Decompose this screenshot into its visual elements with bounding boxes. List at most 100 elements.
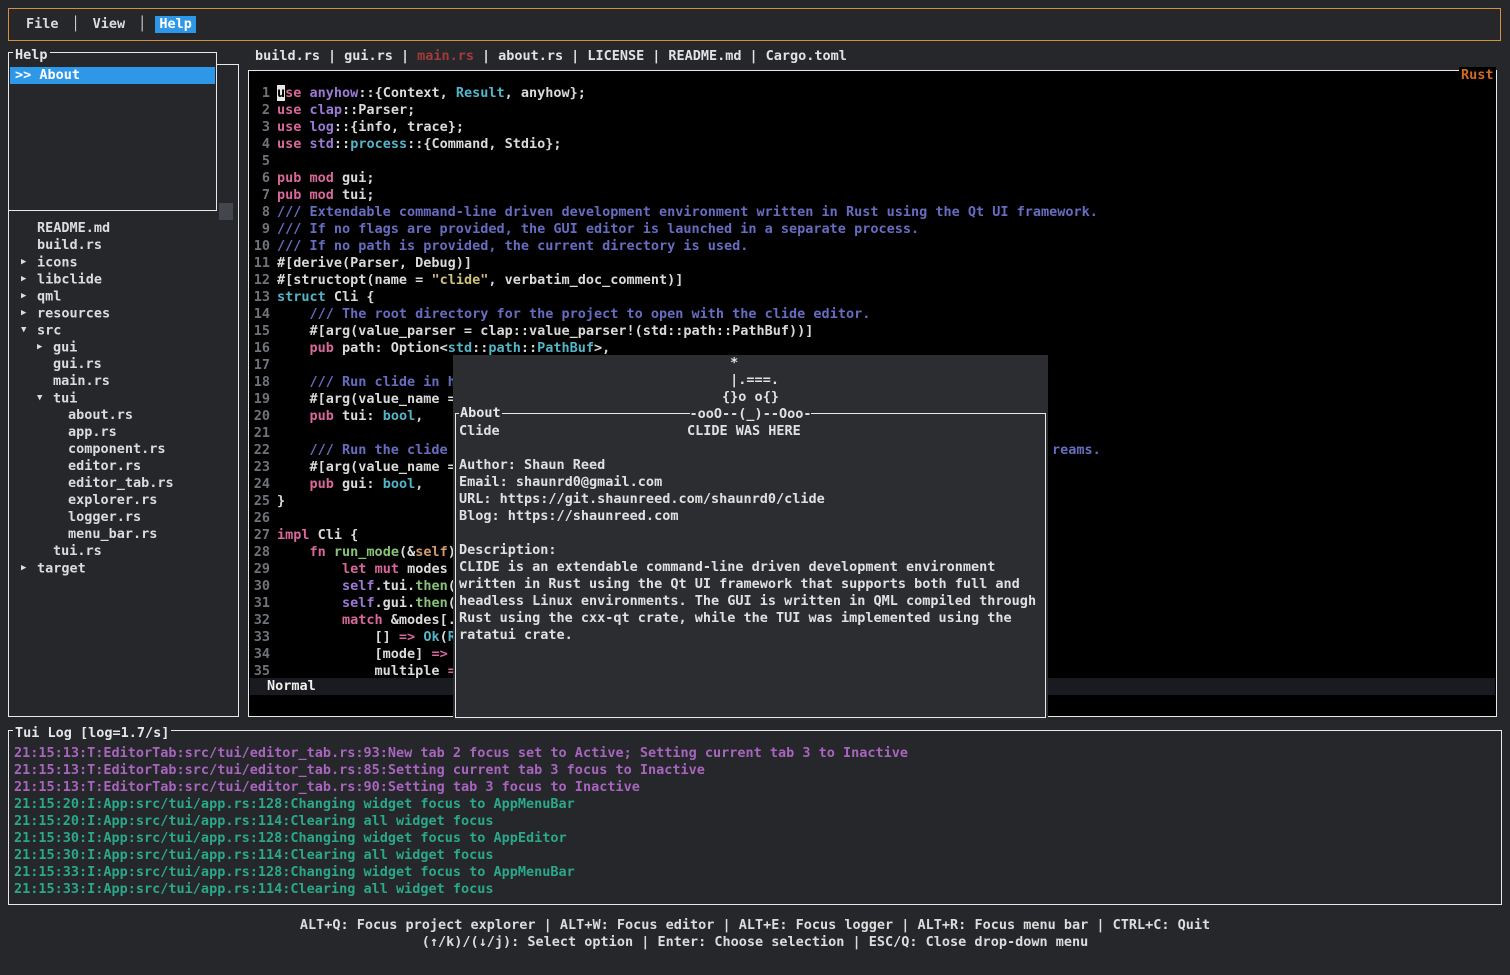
tree-item-src[interactable]: ▼src: [9, 322, 238, 339]
code-text: #[arg(value_name =: [277, 459, 456, 476]
about-description-heading: Description:: [459, 542, 557, 559]
explorer-scrollbar-thumb[interactable]: [219, 203, 233, 220]
code-text: /// Extendable command-line driven devel…: [277, 204, 1098, 221]
menu-separator: │: [72, 16, 80, 33]
line-number: 29: [250, 561, 270, 578]
tree-item-icons[interactable]: ▶icons: [9, 254, 238, 271]
tree-item-app.rs[interactable]: app.rs: [9, 424, 238, 441]
log-lines: 21:15:13:T:EditorTab:src/tui/editor_tab.…: [14, 745, 1496, 898]
code-line[interactable]: 15 #[arg(value_parser = clap::value_pars…: [250, 323, 1495, 340]
line-number: 16: [250, 340, 270, 357]
code-line[interactable]: 9/// If no flags are provided, the GUI e…: [250, 221, 1495, 238]
code-text: #[structopt(name = "clide", verbatim_doc…: [277, 272, 683, 289]
tree-item-label: tui.rs: [53, 543, 102, 559]
line-number: 10: [250, 238, 270, 255]
code-line[interactable]: 11#[derive(Parser, Debug)]: [250, 255, 1495, 272]
code-text: [mode] =>: [277, 646, 448, 663]
tree-item-resources[interactable]: ▶resources: [9, 305, 238, 322]
tree-item-editor_tab.rs[interactable]: editor_tab.rs: [9, 475, 238, 492]
tab-separator: |: [652, 48, 660, 64]
help-dropdown-title: Help: [13, 47, 50, 63]
line-number: 28: [250, 544, 270, 561]
line-number: 8: [250, 204, 270, 221]
folder-collapsed-icon: ▶: [21, 288, 37, 305]
code-line[interactable]: 8 /// Extendable command-line driven deve…: [250, 204, 1495, 221]
code-text: use anyhow::{Context, Result, anyhow};: [277, 85, 586, 102]
code-line[interactable]: 13struct Cli {: [250, 289, 1495, 306]
tab-README.md[interactable]: README.md: [668, 48, 741, 64]
hint-line-1: ALT+Q: Focus project explorer | ALT+W: F…: [0, 917, 1510, 934]
tab-Cargo.toml[interactable]: Cargo.toml: [766, 48, 847, 64]
owl-ascii-art: * |.===. {}o o{} -ooO--(_)--Ooo-: [690, 355, 812, 423]
tab-separator: |: [750, 48, 758, 64]
folder-collapsed-icon: ▶: [37, 339, 53, 356]
line-number: 19: [250, 391, 270, 408]
tree-item-label: icons: [37, 255, 78, 271]
code-line[interactable]: 10/// If no path is provided, the curren…: [250, 238, 1495, 255]
tree-item-label: menu_bar.rs: [68, 526, 157, 542]
description-line: written in Rust using the Qt UI framewor…: [459, 576, 1044, 593]
tree-item-build.rs[interactable]: build.rs: [9, 237, 238, 254]
tree-item-component.rs[interactable]: component.rs: [9, 441, 238, 458]
code-line[interactable]: 14 /// The root directory for the projec…: [250, 306, 1495, 323]
tree-item-tui.rs[interactable]: tui.rs: [9, 543, 238, 560]
code-line[interactable]: 2use clap::Parser;: [250, 102, 1495, 119]
tree-item-editor.rs[interactable]: editor.rs: [9, 458, 238, 475]
about-app-name: Clide: [459, 423, 500, 440]
menu-item-view[interactable]: View: [89, 16, 130, 33]
line-number: 4: [250, 136, 270, 153]
tree-item-qml[interactable]: ▶qml: [9, 288, 238, 305]
tree-item-menu_bar.rs[interactable]: menu_bar.rs: [9, 526, 238, 543]
tab-separator: |: [328, 48, 336, 64]
code-text: use log::{info, trace};: [277, 119, 464, 136]
menu-option-about[interactable]: >> About: [10, 67, 215, 84]
editor-mode-label: Normal: [267, 678, 316, 694]
code-line[interactable]: 4use std::process::{Command, Stdio};: [250, 136, 1495, 153]
shortcut-hints: ALT+Q: Focus project explorer | ALT+W: F…: [0, 917, 1510, 951]
tree-item-label: resources: [37, 306, 110, 322]
line-number: 26: [250, 510, 270, 527]
tree-item-about.rs[interactable]: about.rs: [9, 407, 238, 424]
code-text: [] => Ok(R: [277, 629, 456, 646]
tree-item-target[interactable]: ▶target: [9, 560, 238, 577]
code-line[interactable]: 1use anyhow::{Context, Result, anyhow};: [250, 85, 1495, 102]
menu-item-help[interactable]: Help: [155, 16, 196, 33]
tab-LICENSE[interactable]: LICENSE: [587, 48, 644, 64]
tree-item-label: logger.rs: [68, 509, 141, 525]
line-number: 23: [250, 459, 270, 476]
code-line[interactable]: 5: [250, 153, 1495, 170]
tree-item-gui.rs[interactable]: gui.rs: [9, 356, 238, 373]
folder-expanded-icon: ▼: [21, 322, 37, 339]
line-number: 27: [250, 527, 270, 544]
tab-about.rs[interactable]: about.rs: [498, 48, 563, 64]
code-text: impl Cli {: [277, 527, 358, 544]
tab-gui.rs[interactable]: gui.rs: [344, 48, 393, 64]
tree-item-label: explorer.rs: [68, 492, 157, 508]
description-line: CLIDE is an extendable command-line driv…: [459, 559, 1044, 576]
code-text: fn run_mode(&self): [277, 544, 456, 561]
line-number: 32: [250, 612, 270, 629]
tree-item-label: editor_tab.rs: [68, 475, 174, 491]
tab-separator: |: [401, 48, 409, 64]
tree-item-gui[interactable]: ▶gui: [9, 339, 238, 356]
code-line[interactable]: 3use log::{info, trace};: [250, 119, 1495, 136]
code-text: match &modes[.: [277, 612, 456, 629]
tree-item-label: tui: [53, 391, 77, 407]
tree-item-README.md[interactable]: README.md: [9, 220, 238, 237]
tree-item-logger.rs[interactable]: logger.rs: [9, 509, 238, 526]
code-line[interactable]: 6pub mod gui;: [250, 170, 1495, 187]
tree-item-tui[interactable]: ▼tui: [9, 390, 238, 407]
tree-item-explorer.rs[interactable]: explorer.rs: [9, 492, 238, 509]
log-entry: 21:15:30:I:App:src/tui/app.rs:128:Changi…: [14, 830, 1496, 847]
code-line[interactable]: 12#[structopt(name = "clide", verbatim_d…: [250, 272, 1495, 289]
folder-expanded-icon: ▼: [37, 390, 53, 407]
menu-bar: File │ View │ Help: [8, 8, 1501, 41]
tab-main.rs[interactable]: main.rs: [417, 48, 474, 64]
code-line[interactable]: 7pub mod tui;: [250, 187, 1495, 204]
line-number: 6: [250, 170, 270, 187]
tree-item-libclide[interactable]: ▶libclide: [9, 271, 238, 288]
menu-item-file[interactable]: File: [22, 16, 63, 33]
code-text: pub tui: bool,: [277, 408, 423, 425]
tree-item-main.rs[interactable]: main.rs: [9, 373, 238, 390]
tab-build.rs[interactable]: build.rs: [255, 48, 320, 64]
